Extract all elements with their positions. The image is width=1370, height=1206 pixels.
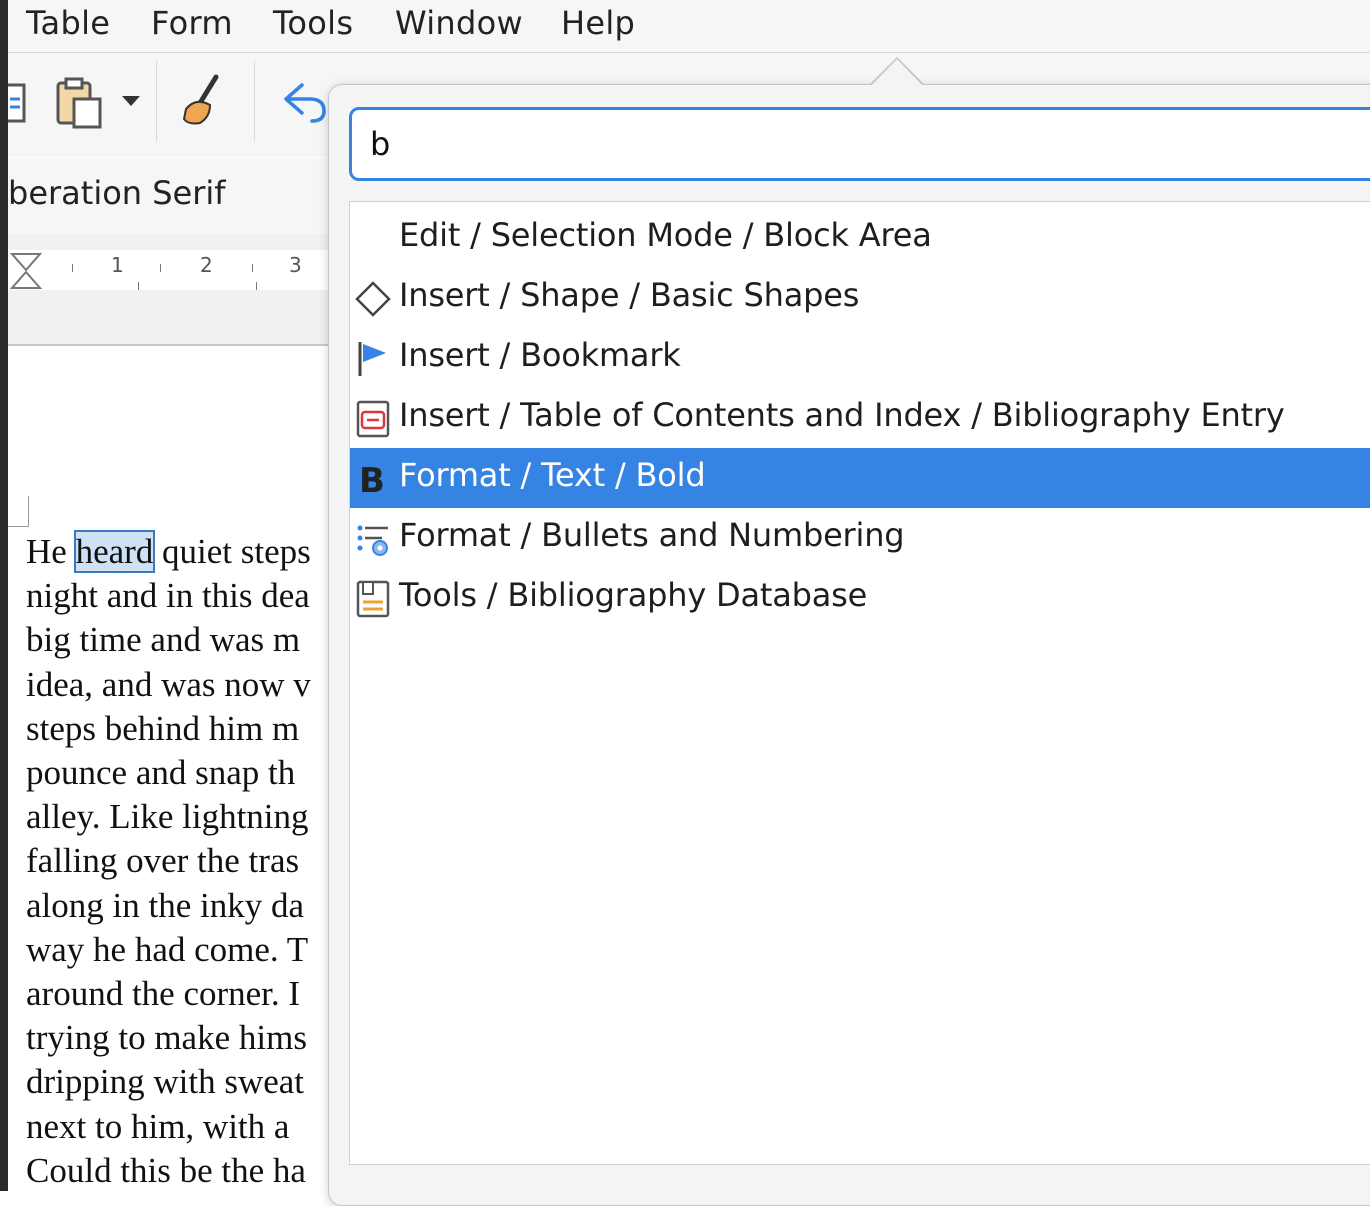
command-result-item[interactable]: Insert / Table of Contents and Index / B… bbox=[350, 388, 1370, 448]
document-line: big time and was m bbox=[26, 620, 301, 659]
document-text: quiet steps bbox=[153, 532, 311, 571]
undo-icon[interactable] bbox=[274, 79, 330, 125]
selected-word[interactable]: heard bbox=[73, 530, 156, 573]
command-result-label: Tools / Bibliography Database bbox=[399, 576, 868, 614]
ruler-number: 3 bbox=[289, 253, 302, 277]
document-line: way he had come. T bbox=[26, 930, 309, 969]
command-result-label: Insert / Shape / Basic Shapes bbox=[399, 276, 860, 314]
bullets-numbering-icon bbox=[357, 525, 388, 556]
command-result-item[interactable]: Insert / Shape / Basic Shapes bbox=[350, 268, 1370, 328]
document-line: He heard quiet steps bbox=[26, 530, 311, 573]
command-result-item[interactable]: Tools / Bibliography Database bbox=[350, 568, 1370, 628]
command-result-label: Insert / Table of Contents and Index / B… bbox=[399, 396, 1285, 434]
popup-pointer-fill bbox=[871, 59, 923, 86]
document-line: trying to make hims bbox=[26, 1018, 307, 1057]
menu-window[interactable]: Window bbox=[395, 4, 523, 42]
menu-form[interactable]: Form bbox=[151, 4, 233, 42]
paste-dropdown-chevron-icon[interactable] bbox=[120, 93, 142, 109]
bookmark-flag-icon bbox=[358, 342, 386, 376]
command-result-label: Edit / Selection Mode / Block Area bbox=[399, 216, 932, 254]
document-line: next to him, with a bbox=[26, 1107, 290, 1146]
indent-marker-icon[interactable] bbox=[10, 252, 44, 290]
bibliography-entry-icon bbox=[356, 400, 390, 438]
command-result-label: Insert / Bookmark bbox=[399, 336, 681, 374]
bibliography-database-icon bbox=[356, 580, 390, 618]
font-name-box[interactable]: beration Serif bbox=[8, 174, 226, 212]
document-line: along in the inky da bbox=[26, 886, 305, 925]
document-line: alley. Like lightning bbox=[26, 797, 309, 836]
command-result-item[interactable]: Format / Bullets and Numbering bbox=[350, 508, 1370, 568]
text-boundary-corner bbox=[8, 496, 29, 527]
window-left-edge bbox=[0, 0, 8, 1191]
command-search-popup: Edit / Selection Mode / Block Area Inser… bbox=[328, 57, 1370, 1206]
document-line: steps behind him m bbox=[26, 709, 300, 748]
document-line: night and in this dea bbox=[26, 576, 310, 615]
command-result-item-selected[interactable]: B Format / Text / Bold bbox=[350, 448, 1370, 508]
document-line: idea, and was now v bbox=[26, 665, 311, 704]
menubar: Table Form Tools Window Help bbox=[8, 0, 1370, 53]
ruler-number: 1 bbox=[111, 253, 124, 277]
bold-icon: B bbox=[359, 461, 385, 498]
menu-table[interactable]: Table bbox=[26, 4, 110, 42]
command-results-list: Edit / Selection Mode / Block Area Inser… bbox=[349, 201, 1370, 1165]
svg-text:B: B bbox=[359, 461, 385, 498]
command-search-input[interactable] bbox=[349, 107, 1370, 181]
menu-help[interactable]: Help bbox=[561, 4, 635, 42]
command-result-item[interactable]: Edit / Selection Mode / Block Area bbox=[350, 208, 1370, 268]
paste-icon[interactable] bbox=[52, 77, 112, 129]
command-result-label: Format / Text / Bold bbox=[399, 456, 706, 494]
copy-icon[interactable] bbox=[8, 81, 28, 125]
document-line: around the corner. I bbox=[26, 974, 301, 1013]
diamond-shape-icon bbox=[355, 281, 391, 317]
menu-tools[interactable]: Tools bbox=[273, 4, 353, 42]
horizontal-ruler[interactable]: 1 2 3 bbox=[8, 250, 348, 290]
document-text: He bbox=[26, 532, 76, 571]
document-line: pounce and snap th bbox=[26, 753, 296, 792]
document-line: Could this be the ha bbox=[26, 1151, 306, 1190]
command-result-label: Format / Bullets and Numbering bbox=[399, 516, 905, 554]
command-result-item[interactable]: Insert / Bookmark bbox=[350, 328, 1370, 388]
ruler-number: 2 bbox=[200, 253, 213, 277]
document-line: falling over the tras bbox=[26, 841, 300, 880]
document-line: dripping with sweat bbox=[26, 1062, 305, 1101]
clone-formatting-brush-icon[interactable] bbox=[176, 73, 232, 129]
